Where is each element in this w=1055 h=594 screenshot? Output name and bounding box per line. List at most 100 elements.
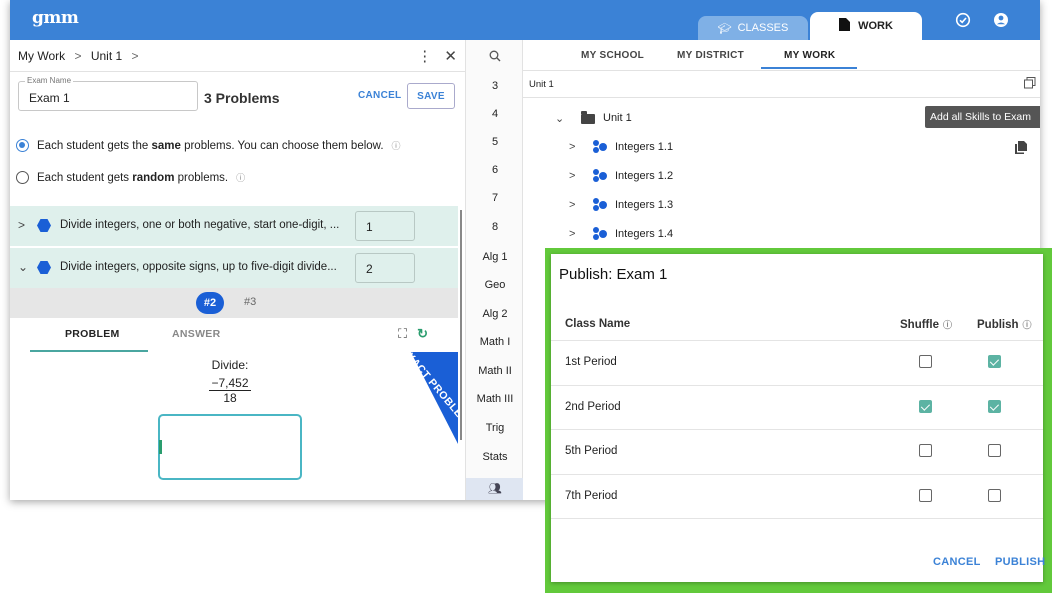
column-class-name: Class Name: [565, 318, 631, 330]
skill-quantity-input[interactable]: 2: [355, 253, 415, 283]
course-item[interactable]: Math III: [466, 393, 524, 405]
breadcrumb-actions: ⋮ ✕: [417, 47, 457, 65]
graduation-cap-icon: 🎓︎: [717, 22, 732, 35]
column-publish: Publish ⓘ: [977, 318, 1032, 331]
radio-unselected-icon[interactable]: [16, 171, 29, 184]
skill-title: Divide integers, opposite signs, up to f…: [60, 261, 337, 273]
dialog-title: Publish: Exam 1: [559, 266, 668, 283]
tab-classes-label: CLASSES: [737, 22, 789, 34]
breadcrumb-my-work[interactable]: My Work: [18, 49, 65, 63]
course-item[interactable]: 8: [466, 221, 524, 233]
tree-folder-row[interactable]: ⌄ Unit 1: [523, 104, 1040, 132]
shuffle-checkbox[interactable]: [919, 355, 932, 368]
course-item[interactable]: Math I: [466, 336, 524, 348]
add-all-skills-icon[interactable]: [1024, 77, 1036, 92]
publish-checkbox[interactable]: [988, 355, 1001, 368]
shuffle-checkbox[interactable]: [919, 400, 932, 413]
save-button[interactable]: SAVE: [407, 83, 455, 109]
skill-row[interactable]: ⌄ Divide integers, opposite signs, up to…: [10, 248, 458, 288]
shuffle-checkbox[interactable]: [919, 489, 932, 502]
chevron-right-icon[interactable]: >: [569, 199, 575, 211]
class-row: 2nd Period: [551, 385, 1043, 430]
skill-quantity-input[interactable]: 1: [355, 211, 415, 241]
close-icon[interactable]: ✕: [444, 48, 457, 65]
publish-checkbox[interactable]: [988, 489, 1001, 502]
class-name: 1st Period: [565, 356, 617, 368]
publish-checkbox[interactable]: [988, 444, 1001, 457]
tab-my-district[interactable]: MY DISTRICT: [677, 50, 744, 61]
class-row: 1st Period: [551, 340, 1043, 385]
search-icon[interactable]: [466, 50, 524, 65]
refresh-icon[interactable]: ↻: [417, 326, 428, 342]
breadcrumb-separator: >: [131, 49, 139, 63]
shuffle-checkbox[interactable]: [919, 444, 932, 457]
problem-tools: ⛶ ↻: [398, 326, 428, 342]
help-icon[interactable]: ⓘ: [1023, 318, 1032, 331]
page-chip[interactable]: #3: [244, 296, 256, 308]
fraction-numerator: −7,452: [209, 376, 251, 391]
help-icon[interactable]: ⓘ: [943, 318, 952, 331]
skill-hexagon-icon: [37, 219, 51, 232]
tree-skill-row[interactable]: > Integers 1.2: [523, 162, 1040, 190]
chevron-right-icon[interactable]: >: [569, 141, 575, 153]
skill-row[interactable]: > Divide integers, one or both negative,…: [10, 206, 458, 246]
account-icon[interactable]: [993, 12, 1009, 28]
course-item[interactable]: 6: [466, 164, 524, 176]
course-item[interactable]: 3: [466, 80, 524, 92]
dialog-cancel-button[interactable]: CANCEL: [933, 556, 981, 568]
class-row: 7th Period: [551, 474, 1043, 519]
tab-work-label: WORK: [858, 20, 893, 32]
tab-problem[interactable]: PROBLEM: [65, 328, 120, 340]
course-item[interactable]: Alg 1: [466, 251, 524, 263]
exam-editor-panel: My Work > Unit 1 > ⋮ ✕ Exam Name Exam 1 …: [10, 40, 465, 500]
chevron-right-icon[interactable]: >: [569, 170, 575, 182]
course-item[interactable]: Geo: [466, 279, 524, 291]
chevron-down-icon[interactable]: ⌄: [18, 260, 28, 274]
course-item[interactable]: 4: [466, 108, 524, 120]
radio-random-problems[interactable]: Each student gets random problems. ⓘ: [16, 171, 245, 184]
help-icon[interactable]: ⓘ: [392, 139, 401, 152]
tree-label: Integers 1.2: [615, 170, 674, 182]
check-circle-icon[interactable]: [955, 12, 971, 28]
tree-skill-row[interactable]: > Integers 1.3: [523, 191, 1040, 219]
course-item[interactable]: 7: [466, 192, 524, 204]
chevron-down-icon[interactable]: ⌄: [555, 112, 564, 125]
course-item[interactable]: Alg 2: [466, 308, 524, 320]
tab-my-school[interactable]: MY SCHOOL: [581, 50, 644, 61]
cancel-button[interactable]: CANCEL: [358, 90, 401, 101]
exam-name-value: Exam 1: [29, 91, 70, 105]
class-name: 5th Period: [565, 445, 618, 457]
publish-checkbox[interactable]: [988, 400, 1001, 413]
dialog-publish-button[interactable]: PUBLISH: [995, 556, 1045, 568]
tab-active-indicator: [30, 350, 148, 352]
tree-label: Integers 1.1: [615, 141, 674, 153]
tab-classes[interactable]: 🎓︎ CLASSES: [698, 16, 808, 40]
tab-answer[interactable]: ANSWER: [172, 328, 220, 340]
tree-skill-row[interactable]: > Integers 1.4: [523, 220, 1040, 248]
radio-same-problems[interactable]: Each student gets the same problems. You…: [16, 139, 401, 152]
problem-tabs: PROBLEM ANSWER ⛶ ↻: [10, 318, 458, 352]
chevron-right-icon[interactable]: >: [569, 228, 575, 240]
fullscreen-icon[interactable]: ⛶: [398, 326, 407, 342]
more-vert-icon[interactable]: ⋮: [417, 48, 432, 65]
exam-name-label: Exam Name: [25, 76, 74, 85]
page-chip-active[interactable]: #2: [196, 292, 224, 314]
course-item[interactable]: Trig: [466, 422, 524, 434]
people-icon[interactable]: 👥︎: [466, 478, 524, 500]
tab-work[interactable]: WORK: [810, 12, 922, 40]
radio-selected-icon[interactable]: [16, 139, 29, 152]
course-item[interactable]: 5: [466, 136, 524, 148]
scrollbar[interactable]: [460, 210, 462, 440]
exam-name-field[interactable]: Exam Name Exam 1: [18, 76, 198, 111]
gmm-logo[interactable]: gmm: [32, 8, 79, 28]
chevron-right-icon[interactable]: >: [18, 218, 25, 232]
course-item[interactable]: Math II: [466, 365, 524, 377]
help-icon[interactable]: ⓘ: [236, 171, 245, 184]
breadcrumb-unit[interactable]: Unit 1: [91, 49, 122, 63]
tree-skill-row[interactable]: > Integers 1.1: [523, 133, 1040, 161]
course-item[interactable]: Stats: [466, 451, 524, 463]
copy-skill-icon[interactable]: [1015, 141, 1027, 157]
answer-input[interactable]: [158, 414, 302, 480]
skill-group-icon: [593, 227, 611, 241]
tab-my-work[interactable]: MY WORK: [784, 50, 835, 61]
